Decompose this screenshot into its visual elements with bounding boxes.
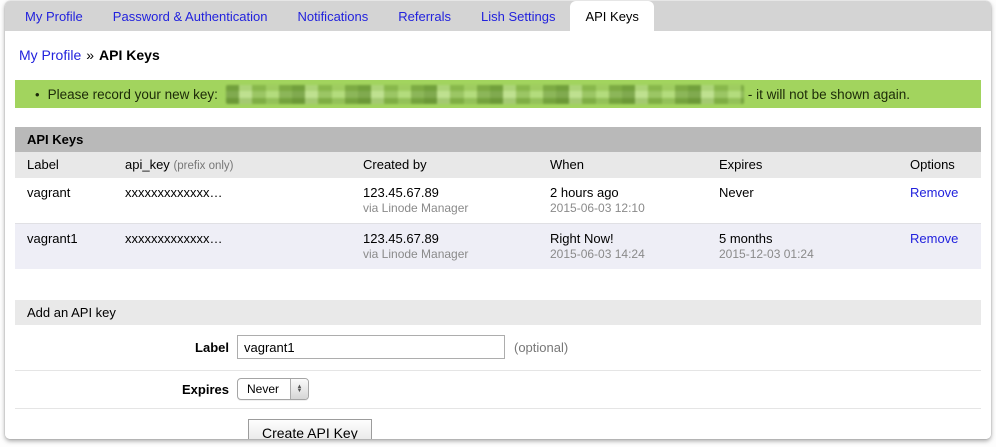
- breadcrumb-separator: »: [86, 47, 94, 63]
- label-optional-hint: (optional): [514, 340, 568, 355]
- remove-key-link[interactable]: Remove: [910, 231, 958, 246]
- when-date: 2015-06-03 14:24: [550, 247, 719, 261]
- col-when: When: [550, 157, 719, 172]
- created-by-ip: 123.45.67.89: [363, 185, 550, 200]
- breadcrumb: My Profile » API Keys: [15, 31, 981, 63]
- table-header-row: Label api_key (prefix only) Created by W…: [15, 152, 981, 178]
- col-expires: Expires: [719, 157, 910, 172]
- expires-field-label: Expires: [15, 382, 237, 397]
- when-relative: Right Now!: [550, 231, 719, 246]
- tab-notifications[interactable]: Notifications: [282, 1, 383, 31]
- key-prefix: xxxxxxxxxxxxx…: [125, 185, 363, 200]
- select-stepper-icon: ▲ ▼: [290, 379, 308, 399]
- browser-page: My Profile Password & Authentication Not…: [5, 1, 991, 439]
- table-row: vagrant1 xxxxxxxxxxxxx… 123.45.67.89 via…: [15, 223, 981, 269]
- tab-my-profile[interactable]: My Profile: [10, 1, 98, 31]
- alert-prefix-text: Please record your new key:: [48, 87, 218, 102]
- table-title: API Keys: [15, 127, 981, 152]
- key-label: vagrant1: [27, 231, 125, 246]
- breadcrumb-my-profile-link[interactable]: My Profile: [19, 47, 81, 63]
- expires-relative: Never: [719, 185, 910, 200]
- add-api-key-section-title: Add an API key: [15, 300, 981, 325]
- key-label: vagrant: [27, 185, 125, 200]
- bullet-icon: •: [35, 87, 40, 102]
- redacted-api-key: [226, 85, 744, 104]
- key-prefix: xxxxxxxxxxxxx…: [125, 231, 363, 246]
- expires-date: 2015-12-03 01:24: [719, 247, 910, 261]
- create-api-key-button[interactable]: Create API Key: [248, 419, 372, 439]
- key-options: Remove: [910, 231, 981, 246]
- alert-suffix-text: - it will not be shown again.: [748, 87, 910, 102]
- page-content: My Profile » API Keys • Please record your…: [5, 31, 991, 439]
- expires-selected-value: Never: [238, 379, 290, 399]
- expires-relative: 5 months: [719, 231, 910, 246]
- table-row: vagrant xxxxxxxxxxxxx… 123.45.67.89 via …: [15, 178, 981, 223]
- key-created-by: 123.45.67.89 via Linode Manager: [363, 231, 550, 261]
- tab-api-keys[interactable]: API Keys: [570, 1, 653, 31]
- tab-referrals[interactable]: Referrals: [383, 1, 466, 31]
- key-options: Remove: [910, 185, 981, 200]
- tab-password-authentication[interactable]: Password & Authentication: [98, 1, 283, 31]
- chevron-down-icon: ▼: [297, 389, 303, 393]
- new-key-alert: • Please record your new key: - it will …: [15, 80, 981, 108]
- key-when: Right Now! 2015-06-03 14:24: [550, 231, 719, 261]
- api-keys-table: API Keys Label api_key (prefix only) Cre…: [15, 127, 981, 269]
- profile-tabbar: My Profile Password & Authentication Not…: [5, 1, 991, 31]
- when-relative: 2 hours ago: [550, 185, 719, 200]
- label-field-label: Label: [15, 340, 237, 355]
- col-api-key-note: (prefix only): [173, 160, 233, 172]
- label-input[interactable]: [237, 335, 505, 359]
- key-when: 2 hours ago 2015-06-03 12:10: [550, 185, 719, 215]
- col-api-key: api_key (prefix only): [125, 157, 363, 172]
- created-by-via: via Linode Manager: [363, 247, 550, 261]
- when-date: 2015-06-03 12:10: [550, 201, 719, 215]
- created-by-ip: 123.45.67.89: [363, 231, 550, 246]
- submit-row: Create API Key: [15, 409, 981, 439]
- expires-select[interactable]: Never ▲ ▼: [237, 378, 309, 400]
- col-options: Options: [910, 157, 981, 172]
- breadcrumb-current: API Keys: [99, 47, 160, 63]
- col-api-key-text: api_key: [125, 157, 170, 172]
- key-expires: 5 months 2015-12-03 01:24: [719, 231, 910, 261]
- tab-lish-settings[interactable]: Lish Settings: [466, 1, 570, 31]
- created-by-via: via Linode Manager: [363, 201, 550, 215]
- key-created-by: 123.45.67.89 via Linode Manager: [363, 185, 550, 215]
- col-label: Label: [27, 157, 125, 172]
- label-form-row: Label (optional): [15, 325, 981, 371]
- expires-form-row: Expires Never ▲ ▼: [15, 371, 981, 409]
- key-expires: Never: [719, 185, 910, 200]
- col-created-by: Created by: [363, 157, 550, 172]
- remove-key-link[interactable]: Remove: [910, 185, 958, 200]
